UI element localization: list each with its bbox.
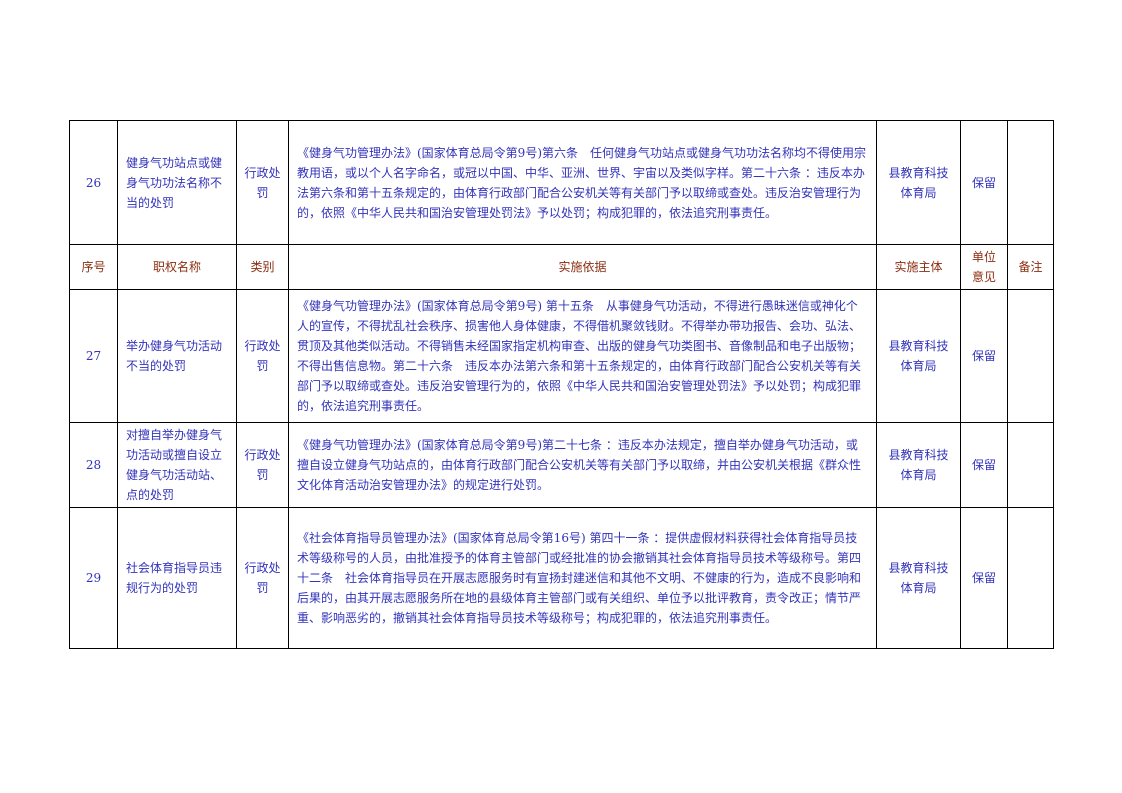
row-remark [1007, 507, 1054, 649]
row-category: 行政处罚 [236, 289, 289, 423]
row-subject: 县教育科技体育局 [876, 422, 961, 508]
header-remark: 备注 [1007, 244, 1054, 290]
row-authority-name: 健身气功站点或健身气功功法名称不当的处罚 [117, 120, 237, 245]
header-name: 职权名称 [117, 244, 237, 290]
row-seq: 28 [69, 422, 118, 508]
table-row: 27 举办健身气功活动不当的处罚 行政处罚 《健身气功管理办法》(国家体育总局令… [69, 289, 1054, 423]
row-subject: 县教育科技体育局 [876, 507, 961, 649]
header-category: 类别 [236, 244, 289, 290]
row-authority-name: 对擅自举办健身气功活动或擅自设立健身气功活动站、点的处罚 [117, 422, 237, 508]
row-category: 行政处罚 [236, 507, 289, 649]
header-seq: 序号 [69, 244, 118, 290]
table-header-row: 序号 职权名称 类别 实施依据 实施主体 单位意见 备注 [69, 244, 1054, 290]
row-subject: 县教育科技体育局 [876, 289, 961, 423]
row-remark [1007, 289, 1054, 423]
row-category: 行政处罚 [236, 422, 289, 508]
row-opinion: 保留 [960, 289, 1008, 423]
row-subject: 县教育科技体育局 [876, 120, 961, 245]
row-remark [1007, 422, 1054, 508]
row-remark [1007, 120, 1054, 245]
row-category: 行政处罚 [236, 120, 289, 245]
row-opinion: 保留 [960, 507, 1008, 649]
table-row: 29 社会体育指导员违规行为的处罚 行政处罚 《社会体育指导员管理办法》(国家体… [69, 507, 1054, 649]
authority-table: 26 健身气功站点或健身气功功法名称不当的处罚 行政处罚 《健身气功管理办法》(… [69, 120, 1054, 649]
row-authority-name: 社会体育指导员违规行为的处罚 [117, 507, 237, 649]
header-basis: 实施依据 [288, 244, 877, 290]
table-row: 28 对擅自举办健身气功活动或擅自设立健身气功活动站、点的处罚 行政处罚 《健身… [69, 422, 1054, 508]
row-basis: 《健身气功管理办法》(国家体育总局令第9号) 第十五条 从事健身气功活动，不得进… [288, 289, 877, 423]
row-seq: 27 [69, 289, 118, 423]
header-subject: 实施主体 [876, 244, 961, 290]
row-opinion: 保留 [960, 422, 1008, 508]
header-unit-opinion: 单位意见 [960, 244, 1008, 290]
row-seq: 29 [69, 507, 118, 649]
row-basis: 《社会体育指导员管理办法》(国家体育总局令第16号) 第四十一条 ：提供虚假材料… [288, 507, 877, 649]
row-opinion: 保留 [960, 120, 1008, 245]
table-row: 26 健身气功站点或健身气功功法名称不当的处罚 行政处罚 《健身气功管理办法》(… [69, 120, 1054, 245]
row-authority-name: 举办健身气功活动不当的处罚 [117, 289, 237, 423]
document-page: 26 健身气功站点或健身气功功法名称不当的处罚 行政处罚 《健身气功管理办法》(… [0, 0, 1122, 793]
row-basis: 《健身气功管理办法》(国家体育总局令第9号)第六条 任何健身气功站点或健身气功功… [288, 120, 877, 245]
row-seq: 26 [69, 120, 118, 245]
row-basis: 《健身气功管理办法》(国家体育总局令第9号)第二十七条 ：违反本办法规定，擅自举… [288, 422, 877, 508]
